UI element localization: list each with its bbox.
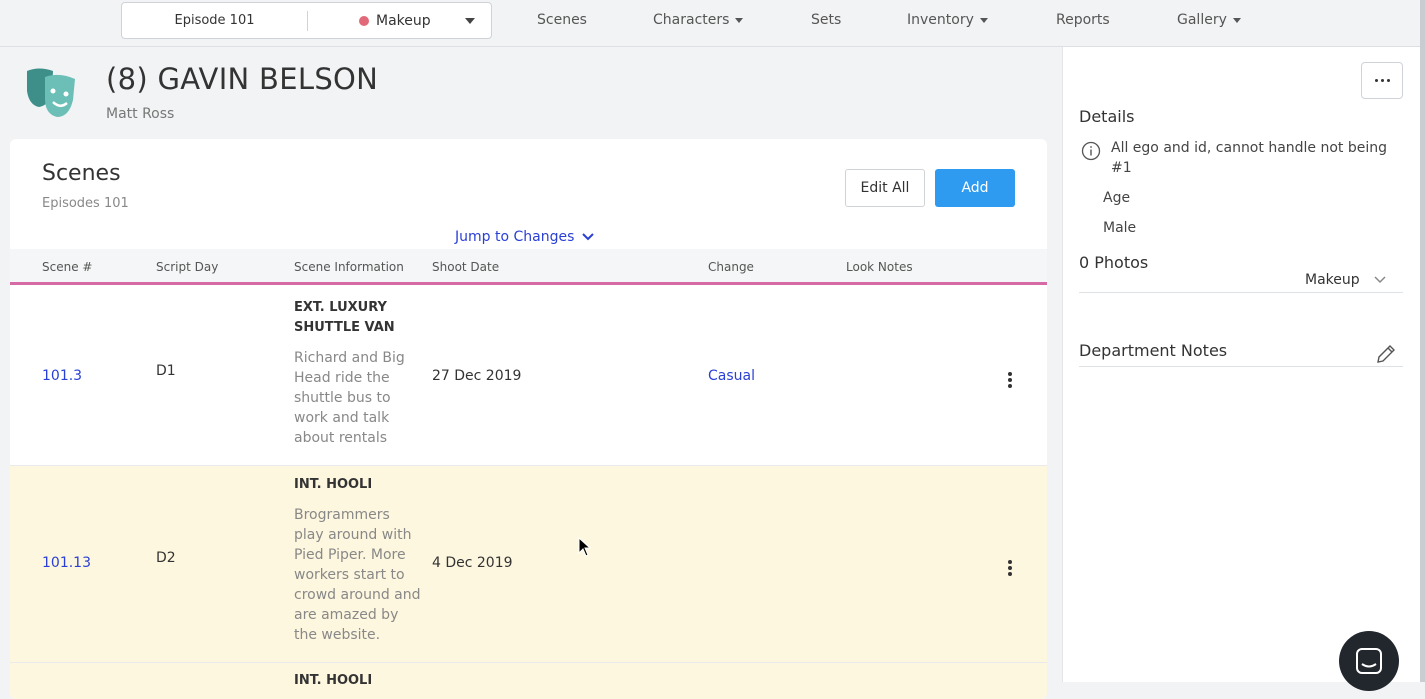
nav-reports[interactable]: Reports	[1056, 0, 1110, 40]
more-options-button[interactable]	[1361, 62, 1403, 99]
nav-characters[interactable]: Characters	[653, 0, 744, 40]
scenes-subtitle: Episodes 101	[42, 196, 129, 211]
info-icon	[1081, 141, 1101, 165]
episode-select[interactable]: Episode 101	[122, 3, 307, 38]
dot	[1380, 79, 1384, 82]
theater-masks-icon	[25, 67, 83, 119]
details-title: Details	[1079, 107, 1135, 126]
table-row[interactable]: 101.13 D2 INT. HOOLI Brogrammers play ar…	[10, 466, 1047, 663]
selector-divider	[307, 11, 308, 31]
jump-label: Jump to Changes	[455, 229, 575, 245]
nav-label: Characters	[653, 12, 730, 28]
scene-number-link[interactable]: 101.13	[42, 555, 91, 571]
shoot-date: 27 Dec 2019	[432, 368, 522, 384]
nav-sets[interactable]: Sets	[811, 0, 841, 40]
nav-label: Sets	[811, 12, 842, 28]
table-row[interactable]: 101.3 D1 EXT. LUXURY SHUTTLE VAN Richard…	[10, 288, 1047, 466]
dot	[1374, 79, 1378, 82]
edit-all-button[interactable]: Edit All	[845, 169, 925, 207]
episode-department-selector[interactable]: Episode 101 Makeup	[121, 2, 492, 39]
column-header[interactable]: Look Notes	[846, 260, 913, 274]
gender-value: Male	[1103, 220, 1137, 236]
shoot-date: 4 Dec 2019	[432, 555, 513, 571]
chevron-down-icon[interactable]	[465, 18, 475, 24]
nav-label: Scenes	[537, 12, 587, 28]
nav-inventory[interactable]: Inventory	[907, 0, 988, 40]
department-select[interactable]: Makeup	[376, 3, 431, 38]
page-scrollbar[interactable]	[1420, 0, 1425, 682]
column-header[interactable]: Scene Information	[294, 260, 404, 274]
jump-to-changes-link[interactable]: Jump to Changes	[455, 229, 595, 245]
scene-synopsis: Richard and Big Head ride the shuttle bu…	[294, 350, 405, 446]
nav-label: Gallery	[1177, 12, 1227, 28]
row-menu-icon[interactable]	[1008, 372, 1014, 390]
scenes-card: Scenes Episodes 101 Edit All Add Jump to…	[10, 139, 1047, 699]
caret-down-icon	[979, 17, 988, 23]
department-notes-title: Department Notes	[1079, 341, 1228, 360]
actor-name: Matt Ross	[106, 106, 175, 122]
chevron-down-icon	[582, 233, 595, 241]
script-day: D2	[156, 550, 176, 566]
dot	[1386, 79, 1390, 82]
chat-icon	[1356, 648, 1382, 674]
nav-gallery[interactable]: Gallery	[1177, 0, 1241, 40]
table-header: Scene # Script Day Scene Information Sho…	[10, 249, 1047, 285]
photos-department-value: Makeup	[1305, 272, 1360, 288]
scene-number-link[interactable]: 101.3	[42, 368, 82, 384]
script-day: D1	[156, 363, 176, 379]
row-menu-icon[interactable]	[1008, 560, 1014, 578]
column-header[interactable]: Scene #	[42, 260, 92, 274]
photos-title: 0 Photos	[1079, 253, 1149, 272]
set-name: INT. HOOLI	[294, 673, 373, 688]
column-header[interactable]: Script Day	[156, 260, 218, 274]
caret-down-icon	[735, 17, 744, 23]
change-link[interactable]: Casual	[708, 368, 755, 384]
mouse-cursor-icon	[578, 536, 592, 561]
scenes-title: Scenes	[42, 161, 121, 186]
column-header[interactable]: Change	[708, 260, 754, 274]
character-title: (8) GAVIN BELSON	[106, 62, 379, 96]
chat-launcher-button[interactable]	[1339, 631, 1399, 691]
nav-label: Inventory	[907, 12, 974, 28]
set-name: EXT. LUXURY SHUTTLE VAN	[294, 300, 395, 335]
divider	[1079, 292, 1403, 293]
column-header[interactable]: Shoot Date	[432, 260, 499, 274]
scene-synopsis: Brogrammers play around with Pied Piper.…	[294, 507, 421, 643]
age-label: Age	[1103, 190, 1131, 206]
chevron-down-icon	[1374, 276, 1386, 284]
nav-label: Reports	[1056, 12, 1110, 28]
nav-scenes[interactable]: Scenes	[537, 0, 587, 40]
department-color-dot	[359, 16, 369, 26]
character-details-pane: Details All ego and id, cannot handle no…	[1062, 47, 1425, 682]
photos-department-select[interactable]: Makeup	[1305, 272, 1386, 288]
caret-down-icon	[1232, 17, 1241, 23]
character-description: All ego and id, cannot handle not being …	[1111, 140, 1388, 176]
divider	[1079, 366, 1403, 367]
top-navigation-bar: Episode 101 Makeup Scenes Characters Set…	[0, 0, 1425, 47]
table-row[interactable]: INT. HOOLI	[10, 663, 1047, 699]
add-scene-button[interactable]: Add	[935, 169, 1015, 207]
set-name: INT. HOOLI	[294, 477, 373, 492]
